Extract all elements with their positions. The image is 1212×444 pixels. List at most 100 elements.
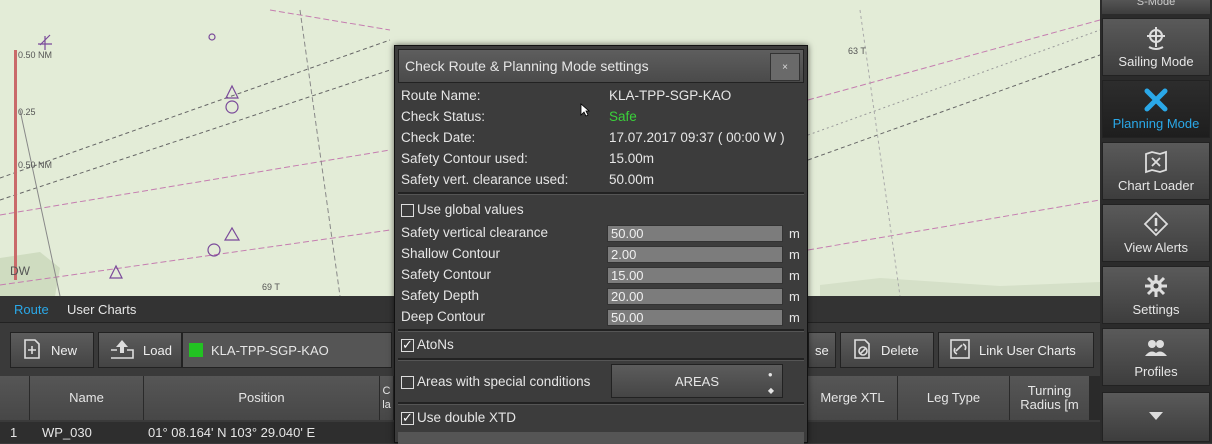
shallow-contour-input[interactable]: 2.00 [607,246,783,263]
planning-mode-label: Planning Mode [1112,116,1200,131]
gear-icon [1143,273,1169,299]
table-scrollbar[interactable] [1090,376,1100,420]
profiles-button[interactable]: Profiles [1102,328,1210,386]
column-header-index [0,376,30,420]
column-header-turning-radius[interactable]: Turning Radius [m [1010,376,1090,420]
sidebar-more-button[interactable] [1102,392,1210,442]
link-icon [949,338,971,363]
new-document-icon [21,338,43,363]
partial-button-label: se [815,342,829,358]
sailing-mode-button[interactable]: Sailing Mode [1102,18,1210,76]
settings-label: Settings [1132,302,1180,317]
unit-label: m [789,310,800,325]
chart-loader-button[interactable]: Chart Loader [1102,142,1210,200]
safety-vertical-clearance-input[interactable]: 50.00 [607,225,783,242]
dialog-title: Check Route & Planning Mode settings [405,58,649,74]
areas-checkbox-box[interactable] [401,375,414,389]
atons-label: AtoNs [417,337,454,352]
divider [398,358,804,361]
dialog-bottom-bar [398,432,804,444]
new-route-button[interactable]: New [10,332,94,368]
unit-label: m [789,289,800,304]
safety-depth-input[interactable]: 20.00 [607,288,783,305]
delete-document-icon [851,338,873,363]
route-name-value: KLA-TPP-SGP-KAO [609,88,732,103]
settings-button[interactable]: Settings [1102,266,1210,324]
column-header-leg-type[interactable]: Leg Type [898,376,1010,420]
unit-label: m [789,268,800,283]
tab-user-charts[interactable]: User Charts [67,302,136,317]
planning-mode-button[interactable]: Planning Mode [1102,80,1210,138]
check-route-dialog: Check Route & Planning Mode settings × R… [394,45,808,444]
check-status-value: Safe [609,109,637,124]
row-index: 1 [10,425,18,440]
check-date-label: Check Date: [401,130,476,145]
divider [398,329,804,332]
unit-label: m [789,226,800,241]
unit-label: m [789,247,800,262]
column-header-partial[interactable]: C la [380,376,394,420]
safety-clearance-used-label: Safety vert. clearance used: [401,172,569,187]
safety-clearance-used-value: 50.00m [609,172,655,187]
areas-special-conditions-checkbox[interactable]: Areas with special conditions [401,374,590,389]
s-mode-button-partial[interactable]: S-Mode [1102,0,1210,14]
row-position: 01° 08.164' N 103° 29.040' E [148,425,316,440]
mouse-cursor-icon [580,103,590,117]
column-header-merge-xtl[interactable]: Merge XTL [808,376,898,420]
route-name-label: Route Name: [401,88,481,103]
shallow-contour-label: Shallow Contour [401,246,501,261]
safety-vertical-clearance-label: Safety vertical clearance [401,225,549,240]
tab-route[interactable]: Route [14,302,49,317]
chart-mark-63t: 63 T [848,46,866,56]
scale-label-bottom: 0.50 NM [18,160,53,170]
deep-contour-label: Deep Contour [401,309,486,324]
areas-label: Areas with special conditions [417,374,591,389]
column-header-position[interactable]: Position [144,376,380,420]
planning-tools-icon [1143,87,1169,113]
partial-button[interactable]: se [808,332,836,368]
row-name: WP_030 [42,425,92,440]
close-icon: × [782,61,788,73]
column-header-name[interactable]: Name [30,376,144,420]
safety-contour-used-label: Safety Contour used: [401,151,528,166]
profiles-label: Profiles [1134,364,1178,379]
safety-contour-label: Safety Contour [401,267,492,282]
divider [398,192,804,195]
chevron-down-icon [1148,403,1164,429]
active-route-name: KLA-TPP-SGP-KAO [211,342,329,358]
new-label: New [51,342,78,358]
delete-route-button[interactable]: Delete [840,332,934,368]
double-xtd-label: Use double XTD [417,410,517,425]
active-route-field[interactable]: KLA-TPP-SGP-KAO [182,332,392,368]
use-global-label: Use global values [417,202,524,217]
double-xtd-checkbox-box[interactable] [401,410,414,426]
view-alerts-label: View Alerts [1123,240,1189,255]
chart-loader-icon [1143,149,1169,175]
upload-icon [109,338,135,363]
check-date-value: 17.07.2017 09:37 ( 00:00 W ) [609,130,785,145]
atons-checkbox[interactable]: AtoNs [401,337,454,353]
mode-sidebar: S-Mode Sailing Mode Planning Mode Chart … [1100,0,1212,443]
atons-checkbox-box[interactable] [401,337,414,353]
use-global-values-checkbox[interactable]: Use global values [401,202,524,217]
link-user-charts-label: Link User Charts [979,342,1076,358]
safety-depth-label: Safety Depth [401,288,480,303]
deep-contour-input[interactable]: 50.00 [607,309,783,326]
use-double-xtd-checkbox[interactable]: Use double XTD [401,410,517,426]
load-route-button[interactable]: Load [98,332,182,368]
safety-contour-input[interactable]: 15.00 [607,267,783,284]
use-global-checkbox-box[interactable] [401,203,414,217]
route-status-marker [189,343,203,357]
chart-loader-label: Chart Loader [1118,178,1194,193]
alert-icon [1143,211,1169,237]
load-label: Load [143,342,172,358]
dialog-title-bar[interactable]: Check Route & Planning Mode settings × [398,49,804,83]
scale-label-top: 0.50 NM [18,50,53,60]
areas-select-button[interactable]: AREAS ● ◆ [611,364,783,398]
link-user-charts-button[interactable]: Link User Charts [938,332,1094,368]
close-button[interactable]: × [770,53,800,81]
ship-wheel-icon [1143,25,1169,51]
chart-mark-69t: 69 T [262,282,280,292]
delete-label: Delete [881,342,919,358]
view-alerts-button[interactable]: View Alerts [1102,204,1210,262]
